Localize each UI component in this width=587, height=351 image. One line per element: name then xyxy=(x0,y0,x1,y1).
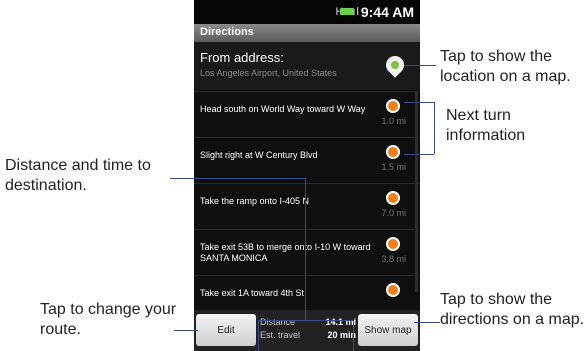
status-time: 9:44 AM xyxy=(360,4,414,20)
edit-button[interactable]: Edit xyxy=(196,314,256,346)
step-text: Take the ramp onto I-405 N xyxy=(200,196,310,206)
callout-show-directions: Tap to show the directions on a map. xyxy=(440,291,585,328)
turn-icon xyxy=(386,145,400,159)
time-label: Est. travel xyxy=(260,330,301,340)
leader-line xyxy=(404,65,436,66)
leader-line xyxy=(305,178,306,320)
from-address-subtitle: Los Angeles Airport, United States xyxy=(200,68,337,78)
step-distance: 3.8 mi xyxy=(381,254,406,264)
direction-step[interactable]: Take exit 53B to merge onto I-10 W towar… xyxy=(194,229,420,276)
direction-step[interactable]: Head south on World Way toward W Way 1.0… xyxy=(194,91,420,138)
scrollbar[interactable] xyxy=(415,92,418,292)
turn-icon xyxy=(386,237,400,251)
phone-screen: H .ıl 9:44 AM Directions From address: L… xyxy=(194,0,420,351)
step-distance: 1.0 mi xyxy=(381,116,406,126)
direction-step[interactable]: Take exit 1A toward 4th St xyxy=(194,275,420,311)
step-text: Take exit 1A toward 4th St xyxy=(200,288,305,298)
leader-line xyxy=(258,320,259,351)
show-map-button[interactable]: Show map xyxy=(358,314,418,346)
step-text: Slight right at W Century Blvd xyxy=(200,150,318,160)
step-text: Head south on World Way toward W Way xyxy=(200,104,366,114)
turn-icon xyxy=(386,191,400,205)
callout-next-turn: Next turn information xyxy=(446,107,526,144)
callout-show-location: Tap to show the location on a map. xyxy=(440,48,571,85)
step-distance: 7.0 mi xyxy=(381,208,406,218)
leader-line xyxy=(414,322,440,323)
status-bar: H .ıl 9:44 AM xyxy=(194,0,420,24)
leader-line xyxy=(434,102,435,154)
from-address-title: From address: xyxy=(200,50,284,65)
title-bar: Directions xyxy=(194,24,420,42)
leader-line xyxy=(353,320,354,351)
battery-icon xyxy=(340,8,354,15)
distance-value: 14.1 mi xyxy=(325,317,356,327)
leader-line xyxy=(258,320,354,321)
leader-line xyxy=(404,154,434,155)
leader-line xyxy=(404,102,434,103)
callout-change-route: Tap to change your route. xyxy=(40,301,177,338)
turn-icon xyxy=(386,99,400,113)
page-title: Directions xyxy=(200,26,254,38)
bottom-bar: Edit Distance 14.1 mi Est. travel 20 min… xyxy=(194,310,420,351)
distance-label: Distance xyxy=(260,317,296,327)
leader-line xyxy=(170,178,306,179)
turn-icon xyxy=(386,283,400,297)
callout-distance-time: Distance and time to destination. xyxy=(5,157,151,194)
step-distance: 1.5 mi xyxy=(381,162,406,172)
direction-step[interactable]: Slight right at W Century Blvd 1.5 mi xyxy=(194,137,420,184)
direction-step[interactable]: Take the ramp onto I-405 N 7.0 mi xyxy=(194,183,420,230)
leader-line xyxy=(174,330,198,331)
time-value: 20 min xyxy=(327,330,356,340)
step-text: Take exit 53B to merge onto I-10 W towar… xyxy=(200,242,371,263)
from-address-item[interactable]: From address: Los Angeles Airport, Unite… xyxy=(194,42,420,90)
